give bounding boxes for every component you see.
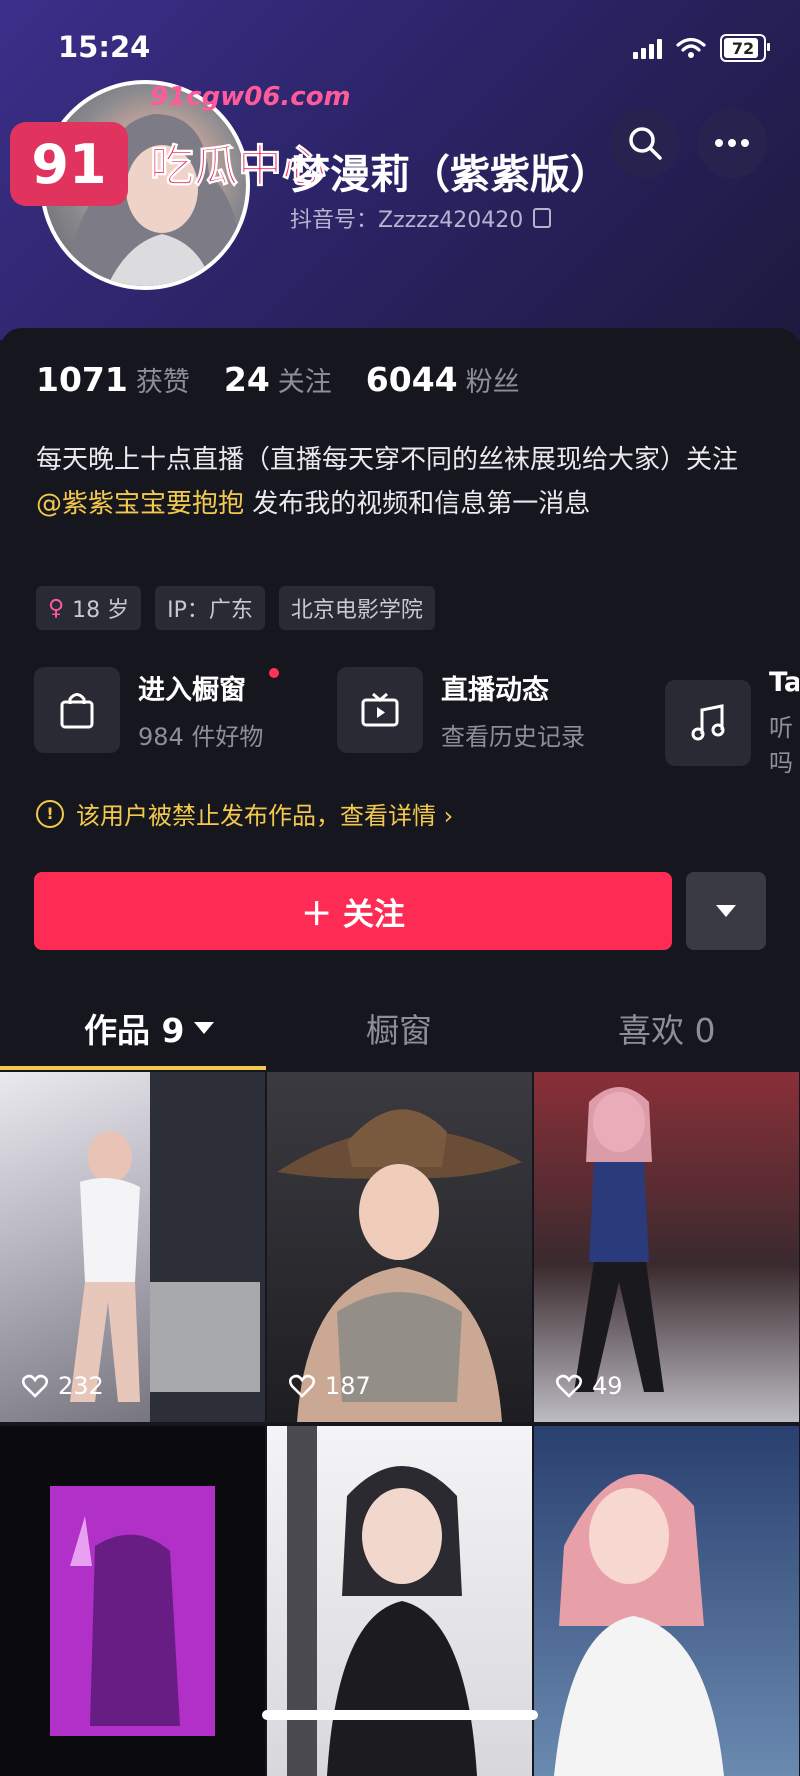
follow-button[interactable]: ＋ 关注 bbox=[34, 872, 672, 950]
warning-icon: ! bbox=[36, 799, 64, 828]
video-thumbnail-image bbox=[70, 1072, 265, 1422]
tab-liked[interactable]: 喜欢 0 bbox=[618, 1004, 716, 1052]
stat-followers[interactable]: 6044 粉丝 bbox=[366, 360, 520, 399]
video-thumbnail-image bbox=[50, 1486, 215, 1736]
tag-school[interactable]: 北京电影学院 bbox=[278, 586, 435, 630]
profile-stats: 1071 获赞 24 关注 6044 粉丝 bbox=[36, 360, 520, 399]
tab-works[interactable]: 作品 9 bbox=[84, 1004, 215, 1052]
tag-ip: IP：广东 bbox=[155, 586, 265, 630]
heart-icon bbox=[556, 1374, 582, 1398]
feature-music[interactable]: Ta 听吗 bbox=[665, 667, 799, 778]
video-thumbnail-image bbox=[277, 1109, 522, 1422]
ban-notice-text: 该用户被禁止发布作品，查看详情 › bbox=[76, 802, 454, 830]
profile-tags: ♀ 18 岁 IP：广东 北京电影学院 bbox=[36, 586, 435, 630]
like-count: 232 bbox=[22, 1372, 104, 1400]
caret-down-icon bbox=[194, 1022, 215, 1034]
feature-live-history[interactable]: 直播动态 查看历史记录 bbox=[337, 667, 585, 753]
status-time: 15:24 bbox=[58, 30, 151, 64]
profile-handle: 抖音号：Zzzzz420420 bbox=[290, 202, 552, 234]
feature-music-sub: 听吗 bbox=[769, 714, 793, 777]
video-thumbnail-image bbox=[287, 1426, 477, 1776]
video-thumbnail-image bbox=[554, 1474, 724, 1776]
battery-level: 72 bbox=[731, 38, 755, 58]
wifi-icon bbox=[676, 37, 706, 58]
video-thumbnail-image bbox=[574, 1087, 664, 1392]
video-thumbnail[interactable]: 187 bbox=[267, 1072, 532, 1422]
more-options-button[interactable] bbox=[697, 108, 767, 178]
ellipsis-icon bbox=[715, 139, 749, 147]
like-count: 49 bbox=[556, 1372, 623, 1400]
bio-text-after: 发布我的视频和信息第一消息 bbox=[244, 489, 591, 519]
follow-dropdown-button[interactable] bbox=[686, 872, 766, 950]
stat-following[interactable]: 24 关注 bbox=[224, 360, 332, 399]
watermark-url: 91cgw06.com bbox=[150, 82, 351, 112]
video-thumbnail[interactable] bbox=[0, 1426, 265, 1776]
search-icon bbox=[629, 127, 662, 160]
watermark-badge: 91 bbox=[10, 122, 128, 206]
feature-shop-window[interactable]: 进入橱窗 984 件好物 bbox=[34, 667, 280, 753]
profile-bio: 每天晚上十点直播（直播每天穿不同的丝袜展现给大家）关注 @紫紫宝宝要抱抱 发布我… bbox=[36, 438, 764, 526]
copy-icon[interactable] bbox=[533, 208, 552, 228]
feature-shop-title: 进入橱窗 bbox=[138, 668, 280, 707]
heart-icon bbox=[289, 1374, 315, 1398]
active-tab-indicator bbox=[0, 1066, 266, 1070]
caret-down-icon bbox=[716, 905, 736, 917]
battery-icon: 72 bbox=[720, 34, 770, 62]
video-thumbnail[interactable] bbox=[534, 1426, 799, 1776]
feature-live-sub: 查看历史记录 bbox=[441, 723, 585, 751]
tv-icon bbox=[337, 667, 423, 753]
home-indicator[interactable] bbox=[262, 1710, 538, 1720]
feature-live-title: 直播动态 bbox=[441, 675, 549, 706]
bag-icon bbox=[34, 667, 120, 753]
bio-mention-link[interactable]: @紫紫宝宝要抱抱 bbox=[36, 489, 244, 519]
female-icon: ♀ bbox=[48, 595, 65, 621]
cellular-signal-icon bbox=[633, 37, 662, 59]
profile-name: 梦漫莉（紫紫版） bbox=[290, 152, 610, 198]
feature-music-title: Ta bbox=[769, 667, 799, 698]
ban-notice-link[interactable]: ! 该用户被禁止发布作品，查看详情 › bbox=[36, 796, 453, 831]
video-thumbnail[interactable] bbox=[267, 1426, 532, 1776]
like-count: 187 bbox=[289, 1372, 371, 1400]
feature-shop-sub: 984 件好物 bbox=[138, 723, 264, 751]
stat-likes: 1071 获赞 bbox=[36, 360, 190, 399]
tab-shop-window[interactable]: 橱窗 bbox=[366, 1004, 432, 1052]
music-icon bbox=[665, 679, 751, 766]
bio-text-before: 每天晚上十点直播（直播每天穿不同的丝袜展现给大家）关注 bbox=[36, 445, 739, 475]
handle-text: 抖音号：Zzzzz420420 bbox=[290, 208, 524, 233]
video-thumbnail[interactable]: 49 bbox=[534, 1072, 799, 1422]
tag-age: ♀ 18 岁 bbox=[36, 586, 142, 630]
heart-icon bbox=[22, 1374, 48, 1398]
video-thumbnail[interactable]: 232 bbox=[0, 1072, 265, 1422]
search-button[interactable] bbox=[610, 108, 680, 178]
status-icons: 72 bbox=[633, 34, 770, 62]
